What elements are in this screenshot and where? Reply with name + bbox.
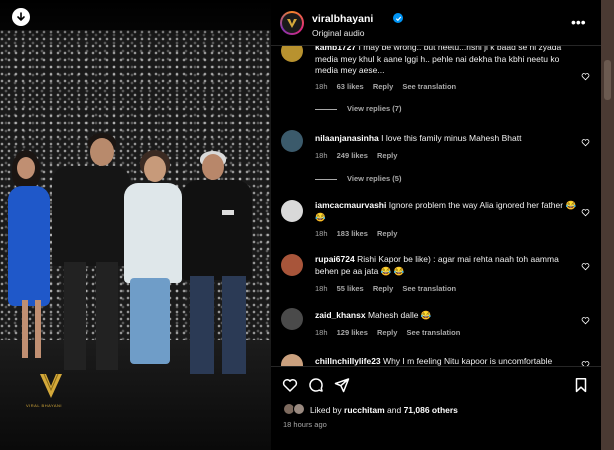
reply-button[interactable]: Reply <box>373 82 393 91</box>
video-player[interactable]: VIRAL BHAYANI <box>0 0 271 450</box>
reply-button[interactable]: Reply <box>377 229 397 238</box>
comment-username[interactable]: chillnchillylife23 <box>315 356 381 366</box>
comment-text: Why I m feeling Nitu kapoor is uncomfort… <box>383 356 553 366</box>
heart-icon[interactable] <box>581 262 590 271</box>
heart-icon[interactable] <box>581 208 590 217</box>
comment-time: 18h <box>315 151 328 160</box>
comment-username[interactable]: kamb1727 <box>315 46 356 52</box>
audio-label[interactable]: Original audio <box>312 28 364 38</box>
comments-list[interactable]: kamb1727 I may be wrong.. but neetu...ri… <box>271 46 601 366</box>
comment-time: 18h <box>315 82 328 91</box>
comment-meta: 18h 55 likes Reply See translation <box>315 284 463 293</box>
post-timestamp: 18 hours ago <box>283 420 327 429</box>
comment-likes[interactable]: 55 likes <box>337 284 364 293</box>
view-replies-button[interactable]: View replies (5) <box>315 174 401 183</box>
liker-avatar <box>293 403 305 415</box>
post-panel: viralbhayani Original audio ••• kamb1727… <box>271 0 601 450</box>
bookmark-icon[interactable] <box>573 377 589 393</box>
author-username[interactable]: viralbhayani <box>312 13 373 25</box>
post-header: viralbhayani Original audio ••• <box>271 0 601 46</box>
author-avatar[interactable] <box>280 11 304 35</box>
more-options-button[interactable]: ••• <box>571 14 586 30</box>
comment-likes[interactable]: 129 likes <box>337 328 368 337</box>
comment-meta: 18h 249 likes Reply <box>315 151 404 160</box>
page-scrollbar[interactable] <box>601 0 614 450</box>
v-logo-icon <box>287 19 297 28</box>
comment-time: 18h <box>315 328 328 337</box>
heart-icon[interactable] <box>581 316 590 325</box>
arrow-down-icon <box>17 12 25 22</box>
comment-username[interactable]: rupai6724 <box>315 254 355 264</box>
see-translation-button[interactable]: See translation <box>402 284 456 293</box>
reply-button[interactable]: Reply <box>377 328 397 337</box>
download-button[interactable] <box>12 8 30 26</box>
reply-button[interactable]: Reply <box>377 151 397 160</box>
verified-badge-icon <box>393 13 403 23</box>
commenter-avatar[interactable] <box>281 308 303 330</box>
comment-likes[interactable]: 183 likes <box>337 229 368 238</box>
reply-button[interactable]: Reply <box>373 284 393 293</box>
view-replies-button[interactable]: View replies (7) <box>315 104 401 113</box>
scrollbar-thumb[interactable] <box>604 60 611 100</box>
see-translation-button[interactable]: See translation <box>402 82 456 91</box>
commenter-avatar[interactable] <box>281 130 303 152</box>
liker-username[interactable]: rucchitam <box>344 405 385 415</box>
heart-icon[interactable] <box>581 72 590 81</box>
comment-meta: 18h 63 likes Reply See translation <box>315 82 463 91</box>
commenter-avatar[interactable] <box>281 354 303 366</box>
commenter-avatar[interactable] <box>281 46 303 62</box>
comment-username[interactable]: iamcacmaurvashi <box>315 200 386 210</box>
commenter-avatar[interactable] <box>281 200 303 222</box>
comment-time: 18h <box>315 284 328 293</box>
comment-text: I love this family minus Mahesh Bhatt <box>381 133 522 143</box>
comment-username[interactable]: nilaanjanasinha <box>315 133 379 143</box>
see-translation-button[interactable]: See translation <box>407 328 461 337</box>
comment-meta: 18h 183 likes Reply <box>315 229 404 238</box>
heart-icon[interactable] <box>282 377 298 393</box>
heart-icon[interactable] <box>581 138 590 147</box>
comment-text: Mahesh dalle 😂 <box>367 310 432 320</box>
commenter-avatar[interactable] <box>281 254 303 276</box>
comment-likes[interactable]: 63 likes <box>337 82 364 91</box>
comment-meta: 18h 129 likes Reply See translation <box>315 328 467 337</box>
likes-count[interactable]: 71,086 others <box>404 405 458 415</box>
share-icon[interactable] <box>334 377 350 393</box>
watermark-text: VIRAL BHAYANI <box>26 403 62 408</box>
comment-time: 18h <box>315 229 328 238</box>
comment-icon[interactable] <box>308 377 324 393</box>
watermark-logo <box>40 373 62 398</box>
comment-username[interactable]: zaid_khansx <box>315 310 366 320</box>
comment-likes[interactable]: 249 likes <box>337 151 368 160</box>
